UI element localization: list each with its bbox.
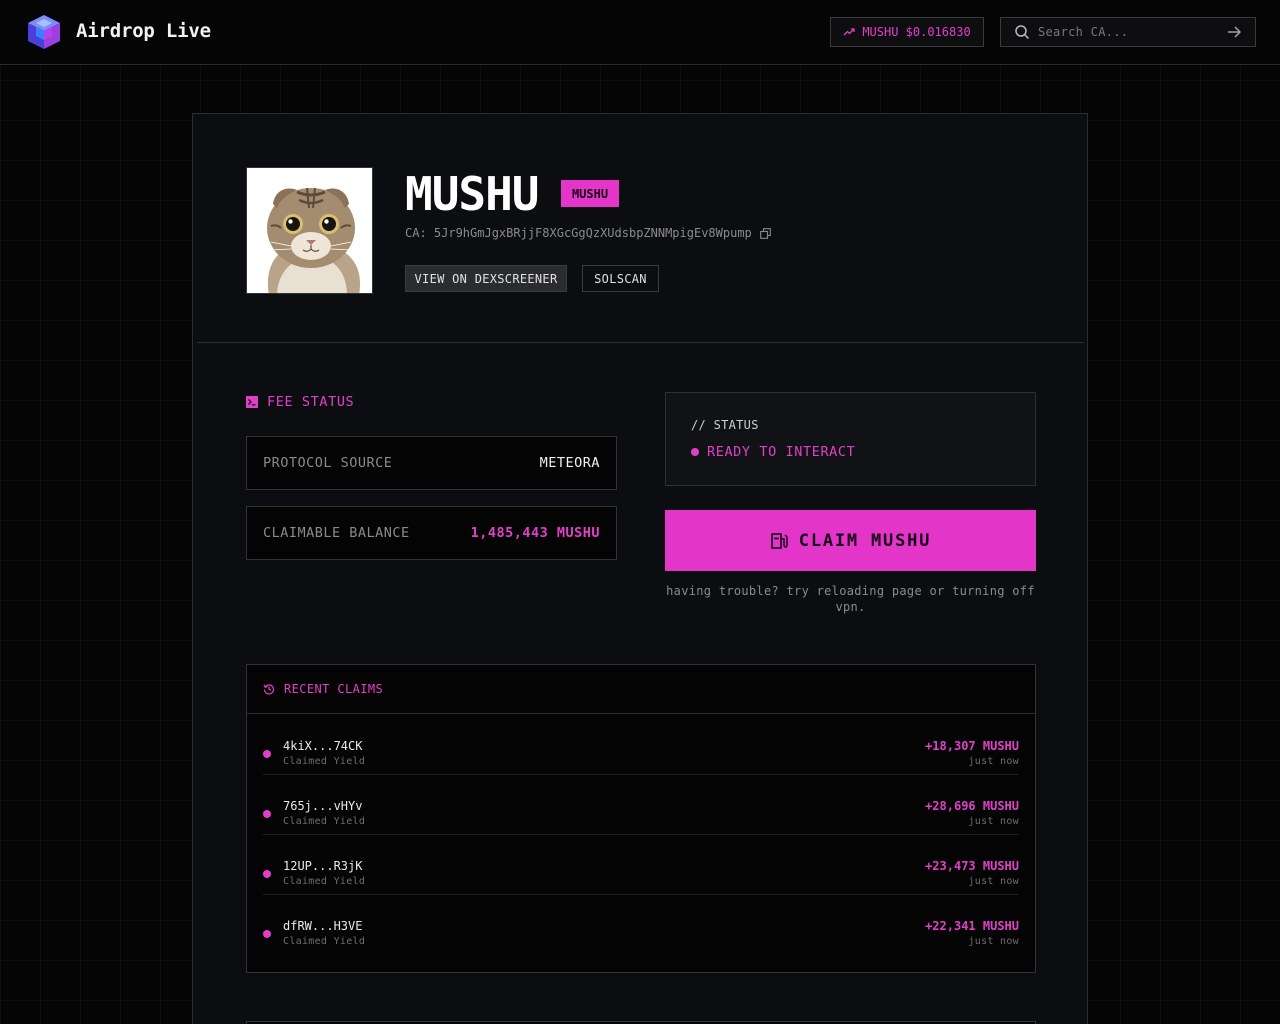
token-name: MUSHU [405,167,539,221]
history-icon [263,684,275,695]
claim-button-label: CLAIM MUSHU [798,530,932,551]
claim-amount: +22,341 MUSHU [925,919,1019,933]
token-card: MUSHU MUSHU CA: 5Jr9hGmJgxBRjjF8XGcGgQzX… [192,113,1088,1024]
fee-status-title: FEE STATUS [267,394,355,410]
help-text: having trouble? try reloading page or tu… [666,584,1035,614]
claim-time: just now [968,816,1019,827]
arrow-right-icon[interactable] [1227,25,1241,39]
search-icon [1015,25,1030,40]
claim-row: dfRW...H3VE Claimed Yield +22,341 MUSHU … [263,895,1019,955]
contract-address[interactable]: CA: 5Jr9hGmJgxBRjjF8XGcGgQzXUdsbpZNNMpig… [405,226,771,240]
recent-claims-panel: RECENT CLAIMS 4kiX...74CK Claimed Yield … [246,664,1036,973]
copy-icon[interactable] [759,227,771,239]
claim-address: 765j...vHYv [283,799,363,813]
protocol-source-label: PROTOCOL SOURCE [263,455,393,471]
fee-status-heading: FEE STATUS [246,394,354,410]
recent-claims-title: RECENT CLAIMS [284,682,384,696]
fuel-pump-icon [770,532,788,549]
claim-type: Claimed Yield [283,756,366,767]
cat-image [247,168,372,293]
top-bar: Airdrop Live MUSHU $0.016830 [0,0,1280,65]
cube-logo-icon[interactable] [24,13,64,51]
recent-claims-header: RECENT CLAIMS [247,665,1035,714]
price-ticker[interactable]: MUSHU $0.016830 [830,17,984,47]
claim-address: dfRW...H3VE [283,919,363,933]
claim-address: 12UP...R3jK [283,859,363,873]
claim-address: 4kiX...74CK [283,739,363,753]
status-label: // STATUS [691,418,759,432]
terminal-icon [246,396,258,408]
search-box[interactable] [1000,17,1256,47]
claim-dot-icon [263,870,271,878]
claim-time: just now [968,936,1019,947]
protocol-source-row: PROTOCOL SOURCE METEORA [246,436,617,490]
brand-name[interactable]: Airdrop Live [76,20,211,42]
claim-time: just now [968,876,1019,887]
protocol-source-value: METEORA [539,455,600,471]
claim-type: Claimed Yield [283,816,366,827]
claim-type: Claimed Yield [283,936,366,947]
view-dexscreener-button[interactable]: VIEW ON DEXSCREENER [405,265,567,292]
status-panel: // STATUS READY TO INTERACT [665,392,1036,486]
status-value: READY TO INTERACT [707,444,856,460]
claim-row: 765j...vHYv Claimed Yield +28,696 MUSHU … [263,775,1019,835]
status-indicator: READY TO INTERACT [691,444,855,460]
claim-dot-icon [263,750,271,758]
price-ticker-text: MUSHU $0.016830 [862,25,971,39]
claimable-balance-row: CLAIMABLE BALANCE 1,485,443 MUSHU [246,506,617,560]
claim-row: 4kiX...74CK Claimed Yield +18,307 MUSHU … [263,715,1019,775]
claim-type: Claimed Yield [283,876,366,887]
contract-address-text: CA: 5Jr9hGmJgxBRjjF8XGcGgQzXUdsbpZNNMpig… [405,226,752,240]
claim-amount: +23,473 MUSHU [925,859,1019,873]
claim-row: 12UP...R3jK Claimed Yield +23,473 MUSHU … [263,835,1019,895]
token-avatar [246,167,373,294]
ticker-badge: MUSHU [561,180,619,207]
claim-dot-icon [263,810,271,818]
claimable-balance-label: CLAIMABLE BALANCE [263,525,410,541]
claim-button[interactable]: CLAIM MUSHU [665,510,1036,571]
search-input[interactable] [1038,25,1227,39]
claim-time: just now [968,756,1019,767]
status-dot-icon [691,448,699,456]
claim-amount: +18,307 MUSHU [925,739,1019,753]
solscan-button[interactable]: SOLSCAN [582,265,659,292]
claim-dot-icon [263,930,271,938]
trending-up-icon [843,28,855,36]
claimable-balance-value: 1,485,443 MUSHU [470,525,600,541]
claim-amount: +28,696 MUSHU [925,799,1019,813]
section-divider [197,342,1084,343]
